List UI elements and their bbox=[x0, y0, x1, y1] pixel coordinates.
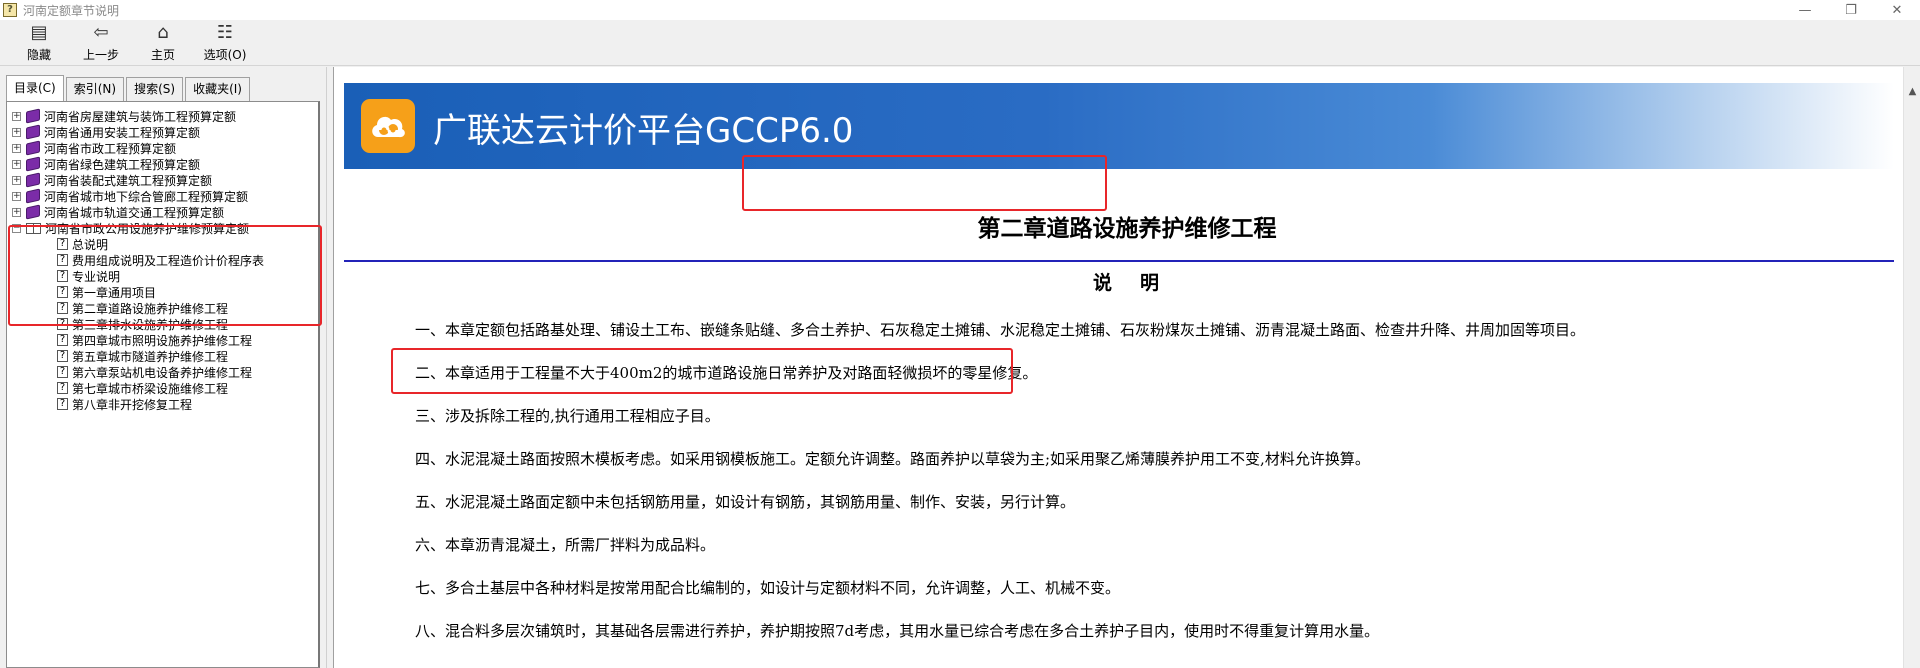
paragraph: 一、本章定额包括路基处理、铺设土工布、嵌缝条贴缝、多合土养护、石灰稳定土摊铺、水… bbox=[415, 321, 1586, 339]
tree-topic[interactable]: ? 第八章非开挖修复工程 bbox=[12, 396, 318, 412]
help-page-icon: ? bbox=[57, 334, 68, 346]
book-icon bbox=[26, 204, 40, 220]
back-arrow-icon: ⇦ bbox=[93, 22, 109, 43]
home-button-label: 主页 bbox=[150, 48, 175, 62]
expand-icon[interactable]: + bbox=[12, 159, 21, 169]
contents-tree[interactable]: + 河南省房屋建筑与装饰工程预算定额 + 河南省通用安装工程预算定额 + 河南省市政工… bbox=[6, 101, 320, 668]
expand-icon[interactable]: + bbox=[12, 175, 21, 185]
title-rule bbox=[344, 260, 1894, 262]
expand-icon[interactable]: + bbox=[12, 127, 21, 137]
help-page-icon: ? bbox=[57, 350, 68, 362]
options-icon: ☷ bbox=[216, 22, 234, 43]
tree-topic[interactable]: ? 第五章城市隧道养护维修工程 bbox=[12, 348, 318, 364]
tree-book[interactable]: + 河南省市政工程预算定额 bbox=[12, 140, 318, 156]
book-icon bbox=[26, 124, 40, 140]
book-icon bbox=[26, 156, 40, 172]
tree-book-label: 河南省通用安装工程预算定额 bbox=[44, 125, 201, 140]
title-bar: ? 河南定额章节说明 — ❐ ✕ bbox=[0, 0, 1920, 20]
help-page-icon: ? bbox=[57, 382, 68, 394]
section-heading-char: 明 bbox=[1140, 272, 1162, 294]
expand-icon[interactable]: + bbox=[12, 191, 21, 201]
tree-book-label: 河南省城市地下综合管廊工程预算定额 bbox=[44, 189, 249, 204]
pane-splitter[interactable] bbox=[326, 67, 333, 668]
minimize-button[interactable]: — bbox=[1782, 0, 1828, 20]
tab-favorites[interactable]: 收藏夹(I) bbox=[185, 77, 250, 101]
expand-icon[interactable]: + bbox=[12, 143, 21, 153]
help-app-icon: ? bbox=[3, 3, 17, 17]
options-button-label: 选项(O) bbox=[203, 48, 247, 62]
tree-book[interactable]: + 河南省城市轨道交通工程预算定额 bbox=[12, 204, 318, 220]
tree-topic-label: 第四章城市照明设施养护维修工程 bbox=[72, 333, 253, 348]
paragraph: 八、混合料多层次铺筑时，其基础各层需进行养护，养护期按照7d考虑，其用水量已综合… bbox=[415, 622, 1380, 640]
nav-tabs: 目录(C) 索引(N) 搜索(S) 收藏夹(I) bbox=[6, 75, 252, 101]
paragraph: 三、涉及拆除工程的,执行通用工程相应子目。 bbox=[415, 407, 720, 425]
section-heading: 说明 bbox=[334, 268, 1920, 295]
tree-topic[interactable]: ? 第七章城市桥梁设施维修工程 bbox=[12, 380, 318, 396]
expand-icon[interactable]: + bbox=[12, 207, 21, 217]
help-page-icon: ? bbox=[57, 366, 68, 378]
vertical-scrollbar[interactable]: ▲ bbox=[1903, 67, 1920, 668]
close-button[interactable]: ✕ bbox=[1874, 0, 1920, 20]
home-icon: ⌂ bbox=[157, 22, 169, 43]
paragraph: 五、水泥混凝土路面定额中未包括钢筋用量，如设计有钢筋，其钢筋用量、制作、安装，另… bbox=[415, 493, 1076, 511]
back-button[interactable]: ⇦ 上一步 bbox=[70, 20, 132, 66]
expand-icon[interactable]: + bbox=[12, 111, 21, 121]
book-icon bbox=[26, 172, 40, 188]
book-icon bbox=[26, 188, 40, 204]
topic-content: 广联达云计价平台GCCP6.0 第二章道路设施养护维修工程 说明 一、本章定额包… bbox=[333, 67, 1920, 668]
navigation-pane: 目录(C) 索引(N) 搜索(S) 收藏夹(I) + 河南省房屋建筑与装饰工程预算… bbox=[0, 67, 326, 668]
paragraph: 四、水泥混凝土路面按照木模板考虑。如采用钢模板施工。定额允许调整。路面养护以草袋… bbox=[415, 450, 1370, 468]
tab-search[interactable]: 搜索(S) bbox=[126, 77, 184, 101]
paragraph: 六、本章沥青混凝土，所需厂拌料为成品料。 bbox=[415, 536, 716, 554]
tree-topic-label: 第六章泵站机电设备养护维修工程 bbox=[72, 365, 253, 380]
tree-book-label: 河南省城市轨道交通工程预算定额 bbox=[44, 205, 225, 220]
help-window: ? 河南定额章节说明 — ❐ ✕ ▤ 隐藏 ⇦ 上一步 ⌂ 主页 ☷ 选项(O)… bbox=[0, 0, 1920, 668]
tree-topic[interactable]: ? 第六章泵站机电设备养护维修工程 bbox=[12, 364, 318, 380]
tab-contents[interactable]: 目录(C) bbox=[6, 75, 64, 101]
tree-book-label: 河南省市政工程预算定额 bbox=[44, 141, 177, 156]
window-controls: — ❐ ✕ bbox=[1782, 0, 1920, 20]
tree-topic-label: 第八章非开挖修复工程 bbox=[72, 397, 193, 412]
toolbar: ▤ 隐藏 ⇦ 上一步 ⌂ 主页 ☷ 选项(O) bbox=[0, 20, 1920, 66]
tree-book-label: 河南省房屋建筑与装饰工程预算定额 bbox=[44, 109, 237, 124]
tree-book[interactable]: + 河南省城市地下综合管廊工程预算定额 bbox=[12, 188, 318, 204]
tree-book-label: 河南省装配式建筑工程预算定额 bbox=[44, 173, 213, 188]
book-icon bbox=[26, 140, 40, 156]
window-title: 河南定额章节说明 bbox=[23, 3, 120, 18]
scroll-up-icon[interactable]: ▲ bbox=[1904, 83, 1920, 100]
help-page-icon: ? bbox=[57, 398, 68, 410]
product-banner: 广联达云计价平台GCCP6.0 bbox=[344, 83, 1894, 169]
hide-icon: ▤ bbox=[30, 22, 48, 43]
banner-title: 广联达云计价平台GCCP6.0 bbox=[433, 111, 854, 151]
maximize-button[interactable]: ❐ bbox=[1828, 0, 1874, 20]
annotation-highlight-title bbox=[742, 155, 1107, 211]
tree-book[interactable]: + 河南省装配式建筑工程预算定额 bbox=[12, 172, 318, 188]
back-button-label: 上一步 bbox=[82, 48, 119, 62]
home-button[interactable]: ⌂ 主页 bbox=[132, 20, 194, 66]
glodon-logo bbox=[361, 99, 415, 153]
tab-index[interactable]: 索引(N) bbox=[65, 77, 125, 101]
tree-book-label: 河南省绿色建筑工程预算定额 bbox=[44, 157, 201, 172]
chapter-title: 第二章道路设施养护维修工程 bbox=[977, 215, 1277, 242]
tree-book[interactable]: + 河南省通用安装工程预算定额 bbox=[12, 124, 318, 140]
tree-topic-label: 第五章城市隧道养护维修工程 bbox=[72, 349, 229, 364]
annotation-highlight-tree bbox=[8, 225, 322, 326]
hide-button-label: 隐藏 bbox=[26, 48, 51, 62]
options-button[interactable]: ☷ 选项(O) bbox=[194, 20, 256, 66]
tree-book[interactable]: + 河南省房屋建筑与装饰工程预算定额 bbox=[12, 108, 318, 124]
tree-topic[interactable]: ? 第四章城市照明设施养护维修工程 bbox=[12, 332, 318, 348]
section-heading-char: 说 bbox=[1092, 272, 1114, 294]
paragraph: 七、多合土基层中各种材料是按常用配合比编制的，如设计与定额材料不同，允许调整，人… bbox=[415, 579, 1121, 597]
annotation-highlight-paragraph bbox=[391, 348, 1013, 394]
book-icon bbox=[26, 108, 40, 124]
tree-topic-label: 第七章城市桥梁设施维修工程 bbox=[72, 381, 229, 396]
cloud-logo-icon bbox=[368, 109, 408, 143]
hide-button[interactable]: ▤ 隐藏 bbox=[8, 20, 70, 66]
tree-book[interactable]: + 河南省绿色建筑工程预算定额 bbox=[12, 156, 318, 172]
